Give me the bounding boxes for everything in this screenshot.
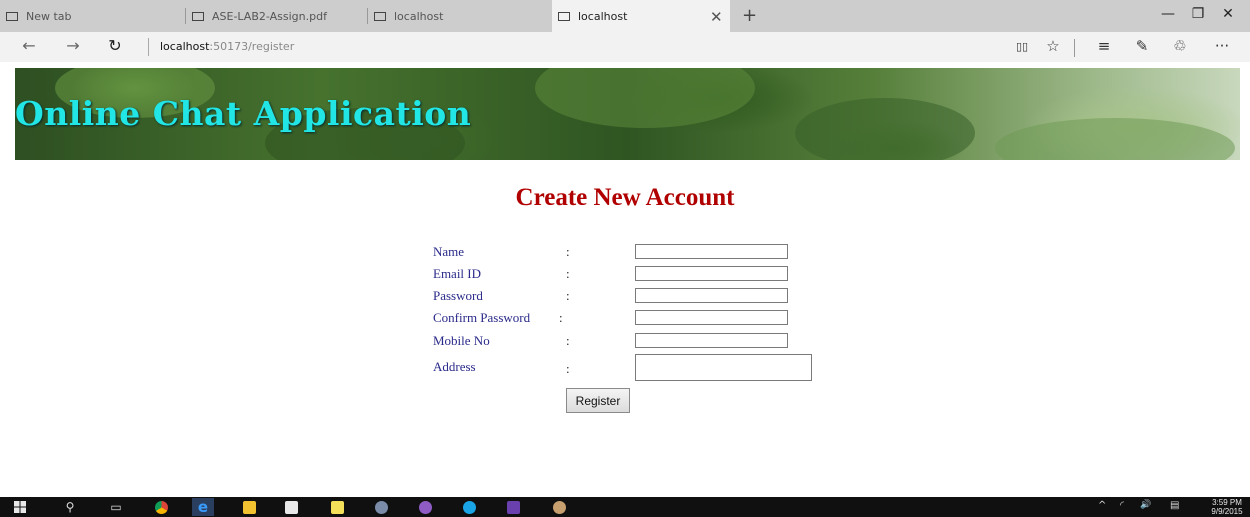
back-arrow-icon[interactable]: ← — [18, 36, 40, 55]
share-icon[interactable]: ♲ — [1170, 37, 1190, 55]
page-title: Create New Account — [515, 184, 735, 211]
chrome-icon[interactable] — [152, 499, 170, 515]
visual-studio-icon[interactable] — [504, 499, 522, 515]
toolbar-separator — [1074, 39, 1075, 57]
web-note-icon[interactable]: ✎ — [1132, 37, 1152, 55]
confirm-password-label: Confirm Password — [433, 310, 531, 325]
notifications-icon[interactable]: ▤ — [1170, 500, 1179, 511]
tab-label: localhost — [394, 9, 444, 23]
close-window-icon[interactable]: ✕ — [1218, 6, 1238, 22]
name-label: Name — [433, 244, 465, 259]
wifi-icon[interactable]: ◜ — [1120, 500, 1124, 511]
address-textarea[interactable] — [635, 354, 812, 381]
foliage-decoration — [535, 68, 755, 128]
refresh-icon[interactable]: ↻ — [104, 36, 126, 55]
page-icon — [558, 11, 570, 21]
skype-icon[interactable] — [460, 499, 478, 515]
edge-icon[interactable]: e — [192, 498, 214, 516]
browser-tab-strip: New tab ASE-LAB2-Assign.pdf localhost lo… — [0, 0, 1250, 32]
browser-navigation-bar: ← → ↻ localhost:50173/register ▯▯ ☆ ≡ ✎ … — [0, 32, 1250, 62]
email-colon: : — [566, 266, 570, 281]
tab-label: localhost — [578, 9, 628, 23]
tray-chevron-icon[interactable]: ^ — [1098, 500, 1106, 511]
tab-label: ASE-LAB2-Assign.pdf — [212, 9, 327, 23]
mobile-label: Mobile No — [433, 333, 490, 348]
volume-icon[interactable]: 🔊 — [1140, 500, 1151, 510]
clock-date: 9/9/2015 — [1211, 507, 1243, 516]
mobile-input[interactable] — [635, 333, 788, 348]
restore-icon[interactable]: ❐ — [1188, 6, 1208, 22]
foliage-decoration — [795, 98, 975, 160]
confirm-password-colon: : — [559, 310, 563, 325]
mobile-colon: : — [566, 333, 570, 348]
tab-localhost[interactable]: localhost — [368, 0, 552, 32]
register-button[interactable]: Register — [566, 388, 630, 413]
close-tab-icon[interactable]: ✕ — [710, 8, 723, 26]
minimize-icon[interactable]: — — [1158, 6, 1178, 22]
site-title: Online Chat Application — [15, 94, 472, 133]
email-input[interactable] — [635, 266, 788, 281]
tab-localhost-active[interactable]: localhost — [552, 0, 730, 32]
name-input[interactable] — [635, 244, 788, 259]
clock-time: 3:59 PM — [1212, 498, 1242, 507]
new-tab-icon[interactable]: + — [742, 5, 757, 26]
address-bar[interactable]: localhost:50173/register — [160, 40, 294, 53]
sticky-notes-icon[interactable] — [328, 499, 346, 515]
windows-start-icon[interactable] — [12, 499, 28, 515]
tab-pdf[interactable]: ASE-LAB2-Assign.pdf — [186, 0, 368, 32]
name-colon: : — [566, 244, 570, 259]
confirm-password-input[interactable] — [635, 310, 788, 325]
page-icon — [192, 11, 204, 21]
tab-new-tab[interactable]: New tab — [0, 0, 186, 32]
tab-label: New tab — [26, 9, 72, 23]
page-icon — [374, 11, 386, 21]
more-icon[interactable]: ··· — [1212, 37, 1232, 55]
address-colon: : — [566, 361, 570, 376]
favorites-star-icon[interactable]: ☆ — [1043, 37, 1063, 55]
app-icon[interactable] — [372, 499, 390, 515]
password-label: Password — [433, 288, 483, 303]
search-icon[interactable]: ⚲ — [62, 499, 78, 515]
windows-taskbar: ⚲ ▭ e ^ ◜ 🔊 ▤ 3:59 PM 9/9/2015 — [0, 497, 1250, 517]
reading-view-icon[interactable]: ▯▯ — [1012, 40, 1032, 53]
hub-icon[interactable]: ≡ — [1094, 37, 1114, 55]
password-colon: : — [566, 288, 570, 303]
address-label: Address — [433, 359, 476, 374]
url-path: :50173/register — [209, 40, 295, 53]
paint-icon[interactable] — [550, 499, 568, 515]
viber-icon[interactable] — [416, 499, 434, 515]
password-input[interactable] — [635, 288, 788, 303]
task-view-icon[interactable]: ▭ — [108, 499, 124, 515]
windows-logo-icon — [14, 501, 26, 513]
page-icon — [6, 11, 18, 21]
system-clock[interactable]: 3:59 PM 9/9/2015 — [1206, 498, 1248, 516]
forward-arrow-icon[interactable]: → — [62, 36, 84, 55]
header-banner: Online Chat Application — [15, 68, 1240, 160]
url-host: localhost — [160, 40, 210, 53]
file-explorer-icon[interactable] — [240, 499, 258, 515]
address-separator — [148, 38, 149, 56]
email-label: Email ID — [433, 266, 482, 281]
foliage-decoration — [995, 118, 1235, 160]
store-icon[interactable] — [282, 499, 300, 515]
